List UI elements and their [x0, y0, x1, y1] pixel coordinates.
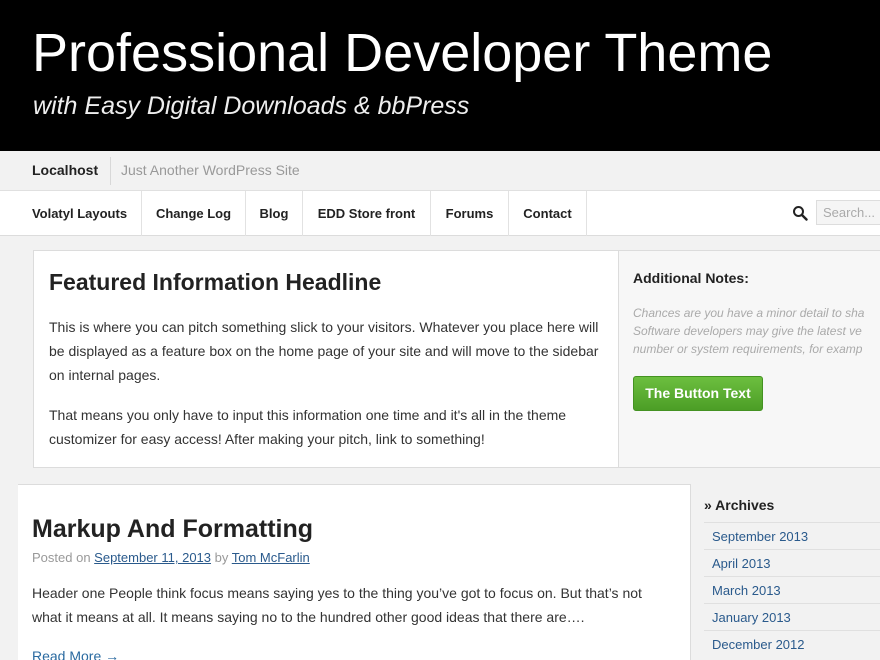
banner-title: Professional Developer Theme: [32, 23, 773, 83]
nav-item-edd-store-front[interactable]: EDD Store front: [303, 191, 431, 236]
main-navigation: Volatyl Layouts Change Log Blog EDD Stor…: [0, 191, 880, 236]
archive-link[interactable]: April 2013: [704, 549, 880, 576]
featured-headline: Featured Information Headline: [49, 269, 382, 295]
archive-link[interactable]: December 2012: [704, 630, 880, 657]
call-to-action-button[interactable]: The Button Text: [633, 376, 763, 411]
banner-subtitle: with Easy Digital Downloads & bbPress: [33, 92, 470, 120]
archive-link[interactable]: March 2013: [704, 576, 880, 603]
post-date-link[interactable]: September 11, 2013: [94, 550, 211, 565]
site-info-divider: [110, 157, 111, 185]
archives-heading: » Archives: [704, 497, 775, 513]
notes-heading: Additional Notes:: [633, 270, 749, 286]
nav-item-change-log[interactable]: Change Log: [142, 191, 246, 236]
blog-post: Markup And Formatting Posted on Septembe…: [18, 484, 691, 660]
post-excerpt: Header one People think focus means sayi…: [32, 585, 642, 625]
read-more-link[interactable]: Read More →: [32, 648, 119, 660]
by-label: by: [214, 550, 229, 565]
site-banner: Professional Developer Theme with Easy D…: [0, 0, 880, 151]
post-author-link[interactable]: Tom McFarlin: [232, 550, 310, 565]
posted-on-label: Posted on: [32, 550, 91, 565]
notes-text: Chances are you have a minor detail to s…: [633, 306, 865, 356]
post-meta: Posted on September 11, 2013 by Tom McFa…: [32, 550, 310, 565]
site-name-link[interactable]: Localhost: [32, 162, 98, 178]
archive-link[interactable]: January 2013: [704, 603, 880, 630]
nav-item-volatyl-layouts[interactable]: Volatyl Layouts: [18, 191, 142, 236]
nav-item-blog[interactable]: Blog: [246, 191, 303, 236]
nav-item-forums[interactable]: Forums: [431, 191, 509, 236]
post-title[interactable]: Markup And Formatting: [32, 515, 313, 544]
featured-paragraph: That means you only have to input this i…: [49, 407, 567, 447]
nav-menu: Volatyl Layouts Change Log Blog EDD Stor…: [18, 191, 587, 236]
archive-link[interactable]: September 2013: [704, 522, 880, 549]
site-info-bar: Localhost Just Another WordPress Site: [0, 151, 880, 191]
site-description: Just Another WordPress Site: [121, 162, 300, 178]
archives-list: September 2013 April 2013 March 2013 Jan…: [704, 522, 880, 657]
featured-paragraph: This is where you can pitch something sl…: [49, 319, 599, 383]
search-icon[interactable]: [792, 205, 808, 221]
additional-notes-panel: Additional Notes: Chances are you have a…: [619, 250, 880, 468]
featured-box: Featured Information Headline This is wh…: [33, 250, 619, 468]
nav-item-contact[interactable]: Contact: [509, 191, 587, 236]
search-input[interactable]: [816, 200, 880, 225]
